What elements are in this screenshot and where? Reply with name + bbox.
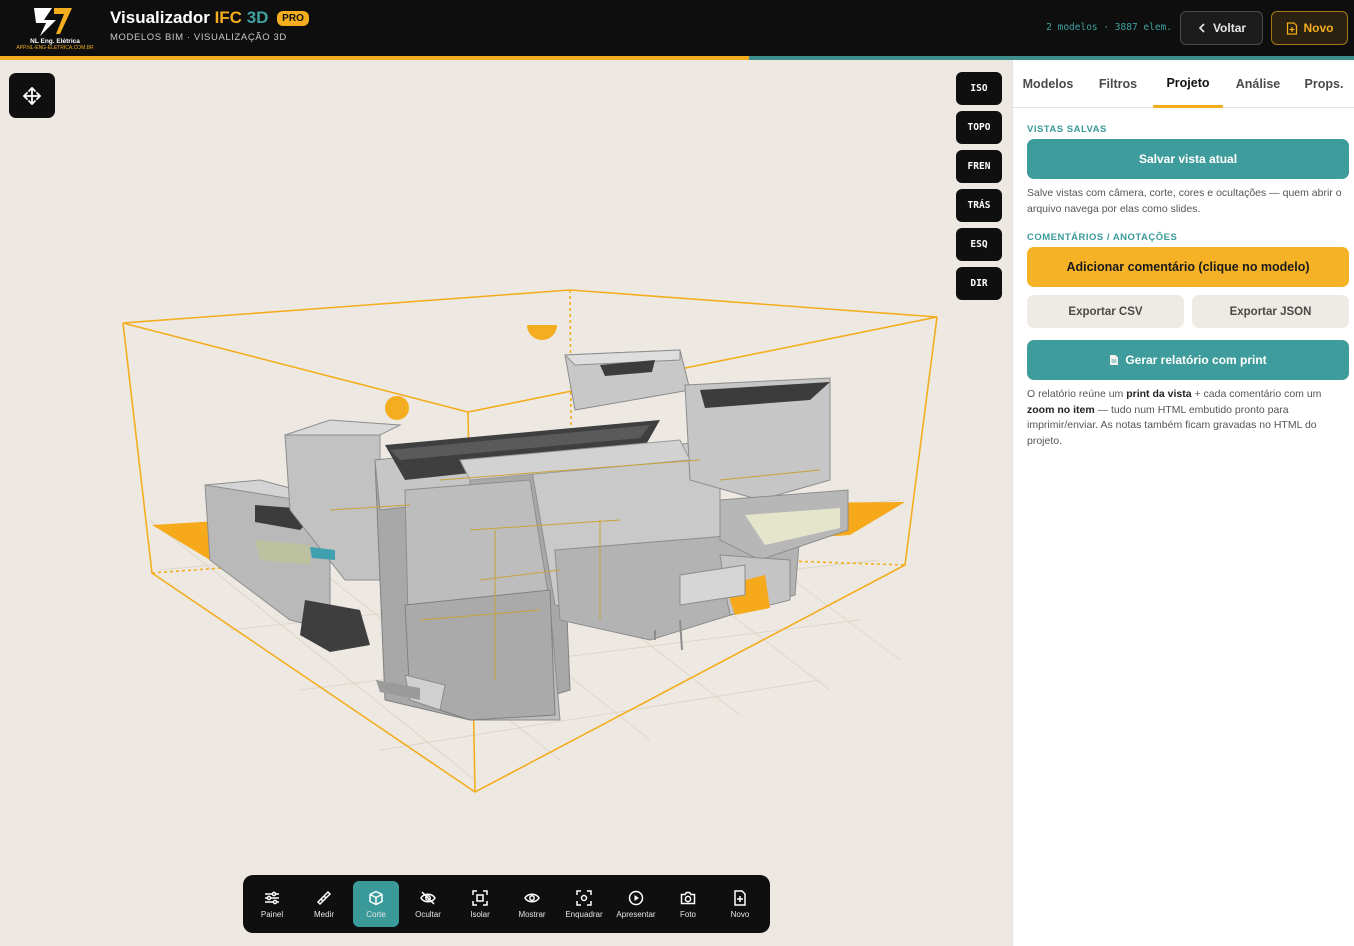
back-button[interactable]: Voltar [1180, 11, 1263, 45]
view-top-button[interactable]: TOPO [956, 111, 1002, 144]
app-header: NL Eng. Elétrica APP.NL-ENG-ELETRICA.COM… [0, 0, 1354, 56]
tool-present-button[interactable]: Apresentar [613, 881, 659, 927]
report-text-bold-2: zoom no item [1027, 403, 1095, 416]
title-part-3: 3D [246, 8, 269, 27]
new-button[interactable]: Novo [1271, 11, 1348, 45]
tab-analysis[interactable]: Análise [1223, 60, 1293, 108]
view-front-button[interactable]: FREN [956, 150, 1002, 183]
tool-photo-label: Foto [679, 909, 696, 919]
eye-off-icon [420, 890, 436, 905]
title-part-1: Visualizador [110, 8, 210, 27]
building-model[interactable] [204, 349, 849, 721]
report-description: O relatório reúne um print da vista + ca… [1027, 387, 1349, 449]
tab-filters[interactable]: Filtros [1083, 60, 1153, 108]
side-panel: Modelos Filtros Projeto Análise Props. V… [1012, 60, 1354, 946]
app-title: Visualizador IFC 3D PRO [110, 8, 309, 28]
sliders-icon [265, 891, 279, 904]
tool-hide-label: Ocultar [415, 909, 441, 919]
tool-new-button[interactable]: Novo [717, 881, 763, 927]
tool-section-button[interactable]: Corte [353, 881, 399, 927]
tool-isolate-button[interactable]: Isolar [457, 881, 503, 927]
cube-icon [369, 890, 383, 905]
tool-isolate-label: Isolar [470, 909, 490, 919]
tab-project[interactable]: Projeto [1153, 60, 1223, 108]
logo-brand-text: NL Eng. Elétrica [30, 38, 80, 45]
bottom-toolbar: Painel Medir Corte Ocultar Isolar Mostra… [243, 875, 770, 933]
tool-show-label: Mostrar [518, 909, 546, 919]
new-button-label: Novo [1303, 21, 1334, 35]
comments-title: COMENTÁRIOS / ANOTAÇÕES [1027, 232, 1178, 243]
app-subtitle: MODELOS BIM · VISUALIZAÇÃO 3D [110, 32, 287, 43]
add-comment-button[interactable]: Adicionar comentário (clique no modelo) [1027, 247, 1349, 287]
camera-icon [680, 891, 696, 904]
report-text-2: + cada comentário com um [1191, 388, 1322, 400]
saved-views-title: VISTAS SALVAS [1027, 124, 1107, 135]
title-part-2: IFC [214, 8, 242, 27]
view-left-button[interactable]: ESQ [956, 228, 1002, 261]
logo: NL Eng. Elétrica APP.NL-ENG-ELETRICA.COM… [10, 4, 100, 52]
export-csv-button[interactable]: Exportar CSV [1027, 295, 1184, 328]
tool-frame-label: Enquadrar [565, 909, 603, 919]
logo-bolt-icon [34, 8, 72, 36]
view-iso-button[interactable]: ISO [956, 72, 1002, 105]
report-text-bold-1: print da vista [1126, 388, 1192, 400]
view-right-button[interactable]: DIR [956, 267, 1002, 300]
tool-measure-label: Medir [313, 909, 334, 919]
tool-show-button[interactable]: Mostrar [509, 881, 555, 927]
save-view-button[interactable]: Salvar vista atual [1027, 139, 1349, 179]
tool-panel-label: Painel [260, 909, 284, 919]
tool-new-label: Novo [730, 909, 750, 919]
generate-report-button[interactable]: Gerar relatório com print [1027, 340, 1349, 380]
tool-panel-button[interactable]: Painel [249, 881, 295, 927]
file-plus-icon [1286, 21, 1297, 35]
section-handle-top[interactable] [527, 325, 557, 340]
pan-mode-button[interactable] [9, 73, 55, 118]
document-icon [1110, 355, 1119, 365]
tool-frame-button[interactable]: Enquadrar [561, 881, 607, 927]
tab-models[interactable]: Modelos [1013, 60, 1083, 108]
pro-badge: PRO [277, 11, 309, 26]
play-icon [628, 890, 644, 905]
file-plus-icon [734, 889, 746, 906]
tool-hide-button[interactable]: Ocultar [405, 881, 451, 927]
frame-icon [576, 889, 592, 906]
tool-measure-button[interactable]: Medir [301, 881, 347, 927]
move-arrows-icon [23, 86, 41, 105]
view-back-button[interactable]: TRÁS [956, 189, 1002, 222]
bim-model-render[interactable] [0, 60, 1012, 946]
tool-photo-button[interactable]: Foto [665, 881, 711, 927]
panel-tabs: Modelos Filtros Projeto Análise Props. [1013, 60, 1354, 108]
saved-views-description: Salve vistas com câmera, corte, cores e … [1027, 187, 1342, 215]
back-button-label: Voltar [1212, 21, 1247, 35]
tool-present-label: Apresentar [616, 909, 656, 919]
view-preset-buttons: ISO TOPO FREN TRÁS ESQ DIR [956, 72, 1002, 306]
export-json-button[interactable]: Exportar JSON [1192, 295, 1349, 328]
model-stats: 2 modelos · 3887 elem. [1046, 22, 1172, 33]
viewport-3d[interactable]: ISO TOPO FREN TRÁS ESQ DIR Painel Medir … [0, 60, 1012, 946]
chevron-left-icon [1198, 23, 1205, 33]
tab-properties[interactable]: Props. [1293, 60, 1354, 108]
report-text-1: O relatório reúne um [1027, 388, 1127, 400]
section-handle-side[interactable] [385, 396, 409, 420]
focus-icon [472, 889, 488, 906]
generate-report-label: Gerar relatório com print [1125, 353, 1267, 367]
eye-icon [524, 893, 540, 902]
logo-url-text: APP.NL-ENG-ELETRICA.COM.BR [16, 45, 94, 51]
tool-section-label: Corte [366, 909, 386, 919]
ruler-icon [316, 890, 332, 905]
